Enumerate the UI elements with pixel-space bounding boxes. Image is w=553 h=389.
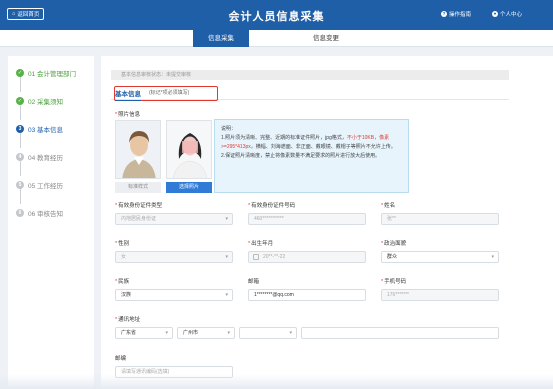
district-select[interactable]: ▾ (239, 327, 297, 339)
chevron-down-icon: ▾ (225, 292, 228, 298)
chevron-down-icon: ▾ (225, 216, 228, 222)
gender-label: *性别 (115, 241, 130, 247)
step-label: 05 工作经历 (28, 183, 64, 190)
chevron-down-icon: ▾ (165, 330, 168, 336)
photo-section-label: *照片信息 (115, 112, 141, 118)
id-type-label: *有效身份证件类型 (115, 203, 163, 209)
sample-portrait (115, 120, 161, 179)
user-center-label: 个人中心 (500, 12, 523, 18)
birth-date-field[interactable]: 20**-**-22 (248, 251, 366, 263)
ethnicity-select[interactable]: 汉族 ▾ (115, 289, 233, 301)
app-header: ⌂ 返回首页 会计人员信息采集 ? 操作指南 ● 个人中心 (0, 0, 553, 30)
user-center-link[interactable]: ● 个人中心 (492, 10, 522, 18)
chevron-down-icon: ▾ (491, 254, 494, 260)
chevron-down-icon: ▾ (227, 330, 230, 336)
city-select[interactable]: 广州市 ▾ (177, 327, 235, 339)
address-label: *通讯地址 (115, 317, 141, 323)
province-select[interactable]: 广东省 ▾ (115, 327, 173, 339)
step-connector (19, 132, 21, 148)
step-label: 04 教育经历 (28, 155, 64, 162)
calendar-icon (253, 254, 259, 260)
subtab-bar: 基本信息 (标记*项必须填写) (111, 86, 509, 101)
step-label: 03 基本信息 (28, 127, 64, 134)
id-type-select[interactable]: 内地居民身份证 ▾ (115, 213, 233, 225)
id-number-field[interactable]: 460*********** (248, 213, 366, 225)
main-tabbar: 信息采集 信息变更 (0, 30, 553, 47)
step-connector (19, 160, 21, 176)
sample-caption: 标准样式 (115, 182, 161, 193)
step-number: 5 (16, 181, 24, 189)
step-label: 02 采集须知 (28, 99, 64, 106)
form-panel: 基本信息审核状态：未提交审核 基本信息 (标记*项必须填写) *照片信息 标准样… (101, 56, 553, 389)
tab-info-collection[interactable]: 信息采集 (193, 30, 249, 47)
step-item-accounting-dept[interactable]: ✓ 01 会计管理部门 (16, 68, 76, 78)
id-number-label: *有效身份证件号码 (248, 203, 296, 209)
gender-select[interactable]: 女 ▾ (115, 251, 233, 263)
phone-field[interactable]: 176******* (381, 289, 499, 301)
user-icon: ● (492, 11, 498, 17)
address-detail-field[interactable] (301, 327, 499, 339)
instruction-line-1: 1.照片须为清晰、完整、近期的标准证件照片，jpg格式，不小于10KB，像素>=… (221, 135, 396, 150)
ethnicity-label: *民族 (115, 279, 130, 285)
instructions-title: 说明： (221, 126, 237, 132)
subtab-basic-info[interactable]: 基本信息 (115, 88, 141, 101)
choose-photo-button[interactable]: 选择照片 (166, 182, 212, 193)
email-field[interactable]: 1********@qq.com (248, 289, 366, 301)
question-icon: ? (441, 11, 447, 17)
step-item-review[interactable]: 6 06 审核告知 (16, 208, 63, 218)
guide-label: 操作指南 (449, 12, 472, 18)
required-note: (标记*项必须填写) (149, 90, 190, 96)
birth-label: *出生年月 (248, 241, 274, 247)
chevron-down-icon: ▾ (289, 330, 292, 336)
step-item-notice[interactable]: ✓ 02 采集须知 (16, 96, 63, 106)
check-icon: ✓ (16, 97, 24, 105)
check-icon: ✓ (16, 69, 24, 77)
step-label: 06 审核告知 (28, 211, 64, 218)
upload-photo-card: 选择照片 (166, 120, 212, 194)
name-field[interactable]: 张** (381, 213, 499, 225)
uploaded-portrait (166, 120, 212, 179)
step-connector (19, 76, 21, 92)
email-label: 邮箱 (248, 279, 260, 285)
page-bottom-fade (0, 374, 553, 389)
chevron-down-icon: ▾ (225, 254, 228, 260)
step-label: 01 会计管理部门 (28, 71, 77, 78)
tab-info-change[interactable]: 信息变更 (296, 30, 356, 47)
name-label: *姓名 (381, 203, 396, 209)
step-item-work[interactable]: 5 05 工作经历 (16, 180, 63, 190)
step-number: 6 (16, 209, 24, 217)
postcode-label: 邮编 (115, 356, 127, 362)
step-number: 3 (16, 125, 24, 133)
guide-link[interactable]: ? 操作指南 (441, 10, 471, 18)
phone-label: *手机号码 (381, 279, 407, 285)
sample-photo-card: 标准样式 (115, 120, 161, 194)
politics-select[interactable]: 群众 ▾ (381, 251, 499, 263)
step-connector (19, 188, 21, 204)
review-status: 基本信息审核状态：未提交审核 (111, 70, 509, 80)
instruction-line-2: 2.保证照片清晰度，禁止将像素数量不满足要求的照片进行放大后使用。 (221, 153, 381, 159)
step-item-education[interactable]: 4 04 教育经历 (16, 152, 63, 162)
photo-instructions: 说明： 1.照片须为清晰、完整、近期的标准证件照片，jpg格式，不小于10KB，… (214, 119, 409, 193)
step-item-basic-info[interactable]: 3 03 基本信息 (16, 124, 63, 134)
step-connector (19, 104, 21, 120)
step-number: 4 (16, 153, 24, 161)
step-sidebar: ✓ 01 会计管理部门 ✓ 02 采集须知 3 03 基本信息 4 04 教育经… (8, 56, 94, 389)
politics-label: *政治面貌 (381, 241, 407, 247)
